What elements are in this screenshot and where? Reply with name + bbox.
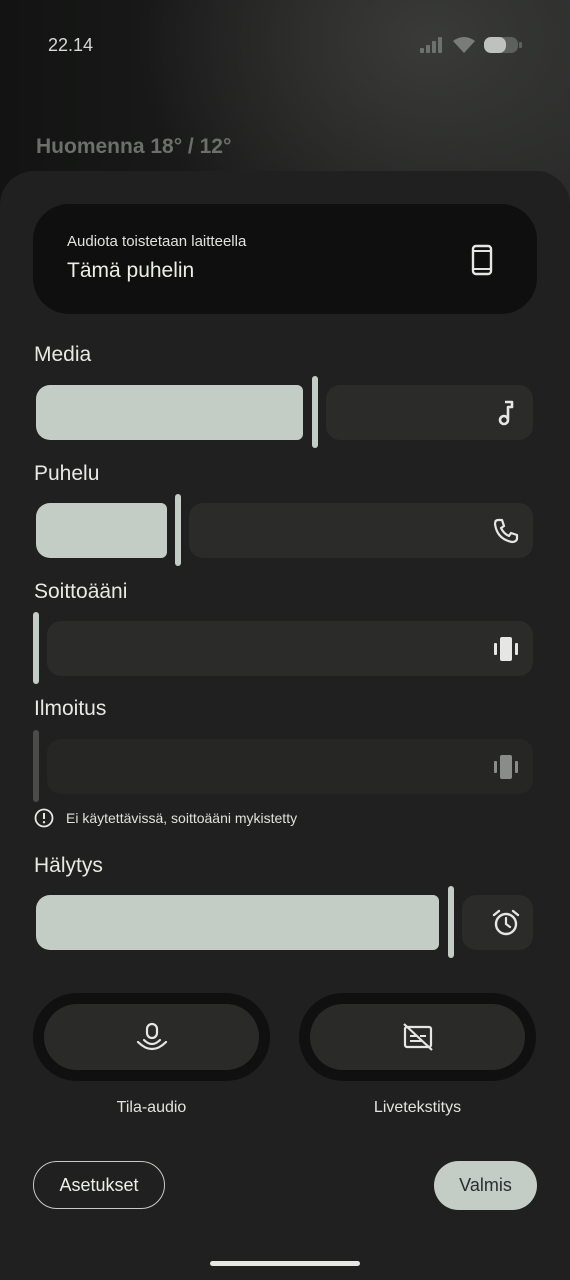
music-note-icon[interactable] (489, 396, 523, 430)
status-icons (420, 36, 522, 54)
notification-note-text: Ei käytettävissä, soittoääni mykistetty (66, 810, 298, 826)
settings-button[interactable]: Asetukset (33, 1161, 165, 1209)
call-slider-handle[interactable] (175, 494, 181, 566)
phone-icon[interactable] (489, 514, 523, 548)
notification-slider-handle (33, 730, 39, 802)
spatial-audio-label: Tila-audio (116, 1099, 187, 1116)
media-label: Media (34, 343, 92, 366)
notification-slider-track (47, 739, 533, 794)
live-caption-button[interactable] (310, 1004, 525, 1070)
output-device-name: Tämä puhelin (67, 259, 195, 282)
spatial-audio-icon (136, 1022, 167, 1051)
phone-device-icon (471, 244, 493, 276)
vibrate-icon (489, 750, 523, 784)
home-gesture-bar[interactable] (210, 1261, 360, 1266)
ring-label: Soittoääni (34, 580, 128, 603)
signal-icon (420, 37, 442, 53)
ring-slider-track (47, 621, 533, 676)
info-icon (34, 808, 54, 828)
wifi-icon (453, 37, 475, 53)
notification-label: Ilmoitus (34, 697, 107, 720)
weather-forecast: Huomenna 18° / 12° (36, 135, 232, 158)
media-slider-fill (36, 385, 303, 440)
live-caption-off-icon (402, 1023, 433, 1051)
call-slider-track (189, 503, 533, 558)
status-time: 22.14 (48, 35, 94, 55)
battery-icon (484, 37, 522, 53)
call-label: Puhelu (34, 462, 100, 485)
alarm-icon[interactable] (489, 906, 523, 940)
output-device-label: Audiota toistetaan laitteella (67, 233, 247, 250)
alarm-slider-handle[interactable] (448, 886, 454, 958)
alarm-slider-fill (36, 895, 439, 950)
ring-slider-handle[interactable] (33, 612, 39, 684)
notification-unavailable-note: Ei käytettävissä, soittoääni mykistetty (34, 808, 297, 828)
vibrate-icon[interactable] (489, 632, 523, 666)
live-caption-label: Livetekstitys (373, 1099, 462, 1116)
spatial-audio-button[interactable] (44, 1004, 259, 1070)
spatial-audio-toggle[interactable] (33, 993, 270, 1081)
done-button[interactable]: Valmis (434, 1161, 537, 1210)
alarm-label: Hälytys (34, 854, 103, 877)
live-caption-toggle[interactable] (299, 993, 536, 1081)
call-slider-fill (36, 503, 167, 558)
output-device-card[interactable]: Audiota toistetaan laitteella Tämä puhel… (33, 204, 537, 314)
media-slider-handle[interactable] (312, 376, 318, 448)
